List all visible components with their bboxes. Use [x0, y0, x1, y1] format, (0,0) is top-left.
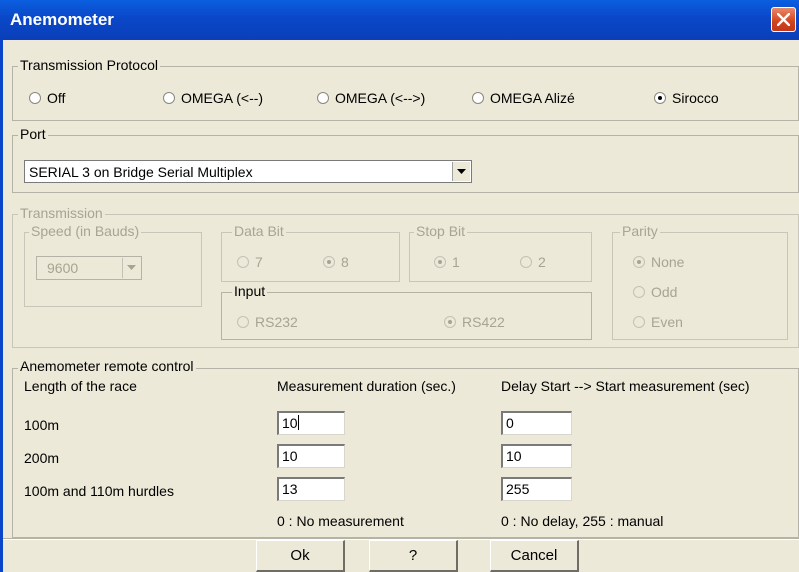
- port-select-value: SERIAL 3 on Bridge Serial Multiplex: [29, 164, 253, 180]
- speed-select[interactable]: 9600: [36, 256, 142, 280]
- race-column-header: Length of the race: [24, 378, 137, 394]
- radio-dot: [317, 92, 329, 104]
- row-label-100m: 100m: [24, 417, 60, 433]
- input-rs422-radio[interactable]: RS422: [444, 314, 505, 330]
- delay-column-header: Delay Start --> Start measurement (sec): [501, 378, 750, 394]
- row-label-200m: 200m: [24, 450, 60, 466]
- protocol-sirocco-radio[interactable]: Sirocco: [654, 90, 719, 106]
- radio-dot: [237, 316, 249, 328]
- radio-dot: [633, 256, 645, 268]
- row-label-hurdles: 100m and 110m hurdles: [24, 483, 174, 499]
- port-legend: Port: [18, 126, 48, 142]
- radio-dot: [654, 92, 666, 104]
- dropdown-button[interactable]: [452, 162, 470, 181]
- duration-note: 0 : No measurement: [277, 513, 404, 529]
- duration-100m-input[interactable]: 10: [277, 411, 345, 435]
- delay-100m-input[interactable]: 0: [501, 411, 572, 435]
- duration-hurdles-input[interactable]: 13: [277, 477, 345, 501]
- radio-dot: [237, 256, 249, 268]
- speed-select-value: 9600: [47, 260, 79, 276]
- databit-7-radio[interactable]: 7: [237, 254, 263, 270]
- duration-200m-input[interactable]: 10: [277, 444, 345, 468]
- title-bar[interactable]: Anemometer: [0, 0, 799, 40]
- window-border: [0, 40, 3, 572]
- close-button[interactable]: [771, 7, 796, 32]
- parity-even-radio[interactable]: Even: [633, 314, 683, 330]
- radio-dot: [163, 92, 175, 104]
- window-title: Anemometer: [10, 10, 114, 29]
- radio-dot: [633, 316, 645, 328]
- radio-dot: [323, 256, 335, 268]
- chevron-down-icon: [457, 169, 466, 174]
- parity-legend: Parity: [620, 223, 660, 239]
- radio-dot: [633, 286, 645, 298]
- radio-dot: [29, 92, 41, 104]
- stopbit-1-radio[interactable]: 1: [434, 254, 460, 270]
- radio-dot: [444, 316, 456, 328]
- text-caret: [297, 415, 299, 430]
- databit-legend: Data Bit: [232, 223, 286, 239]
- protocol-omega-left-radio[interactable]: OMEGA (<--): [163, 90, 263, 106]
- delay-note: 0 : No delay, 255 : manual: [501, 513, 664, 529]
- remote-control-legend: Anemometer remote control: [18, 358, 196, 374]
- input-legend: Input: [232, 283, 268, 299]
- stopbit-legend: Stop Bit: [414, 223, 468, 239]
- radio-dot: [434, 256, 446, 268]
- radio-dot: [520, 256, 532, 268]
- protocol-omega-alize-radio[interactable]: OMEGA Alizé: [472, 90, 575, 106]
- delay-200m-input[interactable]: 10: [501, 444, 572, 468]
- duration-column-header: Measurement duration (sec.): [277, 378, 456, 394]
- input-rs232-radio[interactable]: RS232: [237, 314, 298, 330]
- stopbit-2-radio[interactable]: 2: [520, 254, 546, 270]
- port-select[interactable]: SERIAL 3 on Bridge Serial Multiplex: [24, 160, 472, 183]
- protocol-off-radio[interactable]: Off: [29, 90, 65, 106]
- chevron-down-icon: [127, 265, 136, 270]
- ok-button[interactable]: Ok: [256, 540, 345, 572]
- delay-hurdles-input[interactable]: 255: [501, 477, 572, 501]
- databit-8-radio[interactable]: 8: [323, 254, 349, 270]
- cancel-button[interactable]: Cancel: [490, 540, 579, 572]
- protocol-legend: Transmission Protocol: [18, 57, 160, 73]
- parity-none-radio[interactable]: None: [633, 254, 684, 270]
- anemometer-dialog: Anemometer Transmission Protocol Off OME…: [0, 0, 799, 572]
- transmission-legend: Transmission: [18, 205, 105, 221]
- speed-legend: Speed (in Bauds): [29, 223, 142, 239]
- protocol-omega-both-radio[interactable]: OMEGA (<-->): [317, 90, 425, 106]
- parity-odd-radio[interactable]: Odd: [633, 284, 677, 300]
- close-icon: [777, 13, 790, 26]
- radio-dot: [472, 92, 484, 104]
- dropdown-button[interactable]: [122, 258, 140, 278]
- help-button[interactable]: ?: [369, 540, 458, 572]
